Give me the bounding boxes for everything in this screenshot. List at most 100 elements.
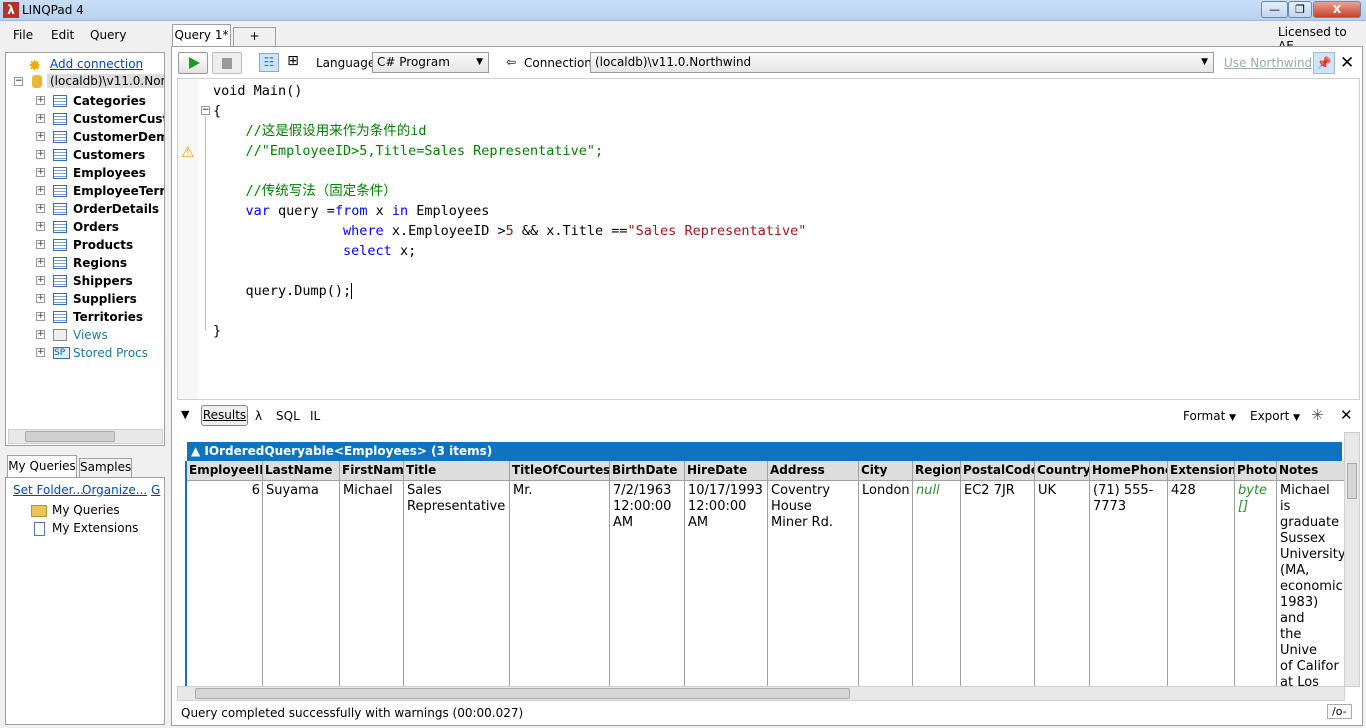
tree-table[interactable]: + Categories [6, 92, 164, 110]
code-line: { [213, 101, 221, 121]
tab-results[interactable]: Results [201, 405, 248, 426]
tree-table[interactable]: + CustomerCustomerDemo [6, 110, 164, 128]
expand-icon[interactable]: + [36, 240, 45, 249]
column-header[interactable]: LastName [263, 461, 339, 481]
get-more-link[interactable]: G [151, 483, 160, 497]
column-header[interactable]: City [859, 461, 912, 481]
results-horizontal-scrollbar[interactable] [177, 686, 1345, 701]
column-header[interactable]: Notes [1277, 461, 1344, 481]
tree-table[interactable]: + CustomerDemographics [6, 128, 164, 146]
menu-edit[interactable]: Edit [51, 28, 74, 42]
expand-icon[interactable]: + [36, 222, 45, 231]
column-header[interactable]: HireDate [685, 461, 767, 481]
tab-il[interactable]: IL [310, 409, 320, 423]
my-extensions-folder[interactable]: My Extensions [52, 521, 138, 535]
optimization-toggle[interactable]: /o- [1327, 704, 1352, 719]
expand-icon[interactable]: + [36, 114, 45, 123]
expand-icon[interactable]: + [36, 204, 45, 213]
column-header[interactable]: FirstName [340, 461, 403, 481]
expand-icon[interactable]: + [36, 276, 45, 285]
tree-table[interactable]: + Suppliers [6, 290, 164, 308]
add-connection-link[interactable]: Add connection [50, 57, 143, 71]
menu-file[interactable]: File [13, 28, 33, 42]
connection-node[interactable]: (localdb)\v11.0.Northwind [47, 74, 164, 88]
tree-stored-procs[interactable]: + SP Stored Procs [6, 344, 164, 362]
tree-views[interactable]: + Views [6, 326, 164, 344]
use-database-link[interactable]: Use Northwind [1224, 56, 1312, 70]
tab-my-queries[interactable]: My Queries [7, 455, 77, 477]
add-connection-icon: ✸ [28, 56, 42, 75]
connection-select[interactable]: (localdb)\v11.0.Northwind ▼ [590, 52, 1214, 73]
result-cell: London [862, 483, 910, 498]
expand-icon[interactable]: + [36, 294, 45, 303]
menu-query[interactable]: Query [90, 28, 126, 42]
result-cell: byte [] [1238, 483, 1268, 514]
results-header[interactable]: ▲ IOrderedQueryable<Employees> (3 items) [187, 442, 1342, 461]
stop-button[interactable] [212, 52, 242, 74]
close-window-button[interactable]: X [1313, 1, 1361, 18]
column-header[interactable]: BirthDate [610, 461, 684, 481]
organize-link[interactable]: Organize... [82, 483, 147, 497]
expand-icon[interactable]: + [36, 258, 45, 267]
run-button[interactable] [178, 52, 208, 74]
tree-table[interactable]: + Shippers [6, 272, 164, 290]
undock-icon[interactable]: ✳ [1311, 406, 1324, 424]
column-header[interactable]: Country [1035, 461, 1089, 481]
code-editor[interactable]: ⚠ − void Main() { //这是假设用来作为条件的id //"Empl… [177, 78, 1360, 400]
grid-results-icon[interactable]: ⊞ [284, 53, 302, 72]
column-header[interactable]: Title [404, 461, 509, 481]
set-folder-link[interactable]: Set Folder... [13, 483, 84, 497]
collapse-results-icon[interactable]: ▼ [181, 408, 189, 421]
result-column: LastName Suyama [263, 461, 340, 687]
result-cell: 428 [1171, 483, 1196, 498]
tree-horizontal-scrollbar[interactable] [8, 429, 163, 444]
format-menu[interactable]: Format ▼ [1183, 409, 1236, 423]
result-cell: UK [1038, 483, 1057, 498]
language-select[interactable]: C# Program ▼ [372, 52, 489, 73]
tree-table[interactable]: + Employees [6, 164, 164, 182]
expand-icon[interactable]: + [36, 132, 45, 141]
code-line: //这是假设用来作为条件的id [213, 121, 427, 141]
fold-icon[interactable]: − [201, 106, 210, 115]
tab-sql[interactable]: SQL [276, 409, 300, 423]
column-header[interactable]: Photo [1235, 461, 1276, 481]
pin-icon[interactable]: 📌 [1313, 52, 1335, 74]
my-queries-panel: Set Folder... Organize... G My Queries M… [5, 477, 165, 725]
column-header[interactable]: TitleOfCourtesy [510, 461, 609, 481]
new-query-tab-button[interactable]: + [233, 27, 276, 46]
expand-icon[interactable]: + [36, 96, 45, 105]
column-header[interactable]: Region [913, 461, 960, 481]
tree-table[interactable]: + OrderDetails [6, 200, 164, 218]
expand-icon[interactable]: + [36, 150, 45, 159]
expand-icon[interactable]: + [36, 348, 45, 357]
tree-table[interactable]: + Orders [6, 218, 164, 236]
export-menu[interactable]: Export ▼ [1250, 409, 1300, 423]
tab-query-1[interactable]: Query 1* [172, 24, 231, 46]
close-query-icon[interactable]: ✕ [1340, 53, 1354, 73]
tab-samples[interactable]: Samples [79, 458, 132, 477]
minimize-button[interactable]: — [1261, 1, 1288, 18]
tree-table[interactable]: + Regions [6, 254, 164, 272]
tree-table[interactable]: + EmployeeTerritories [6, 182, 164, 200]
result-cell: Mr. [513, 483, 533, 498]
tree-table[interactable]: + Territories [6, 308, 164, 326]
column-header[interactable]: PostalCode [961, 461, 1034, 481]
expand-icon[interactable]: + [36, 168, 45, 177]
column-header[interactable]: EmployeeID [187, 461, 262, 481]
collapse-icon[interactable]: − [14, 77, 23, 86]
expand-icon[interactable]: + [36, 330, 45, 339]
restore-button[interactable]: ❐ [1288, 1, 1312, 18]
results-vertical-scrollbar[interactable] [1344, 432, 1360, 687]
expand-icon[interactable]: + [36, 312, 45, 321]
rich-text-results-icon[interactable]: ☷ [259, 53, 279, 72]
my-queries-folder[interactable]: My Queries [52, 503, 120, 517]
column-header[interactable]: HomePhone [1090, 461, 1167, 481]
tree-table[interactable]: + Products [6, 236, 164, 254]
tab-lambda[interactable]: λ [255, 409, 262, 423]
expand-icon[interactable]: + [36, 186, 45, 195]
column-header[interactable]: Extension [1168, 461, 1234, 481]
close-results-icon[interactable]: ✕ [1340, 406, 1353, 424]
column-header[interactable]: Address [768, 461, 858, 481]
tree-table[interactable]: + Customers [6, 146, 164, 164]
table-name: CustomerCustomerDemo [73, 112, 164, 126]
